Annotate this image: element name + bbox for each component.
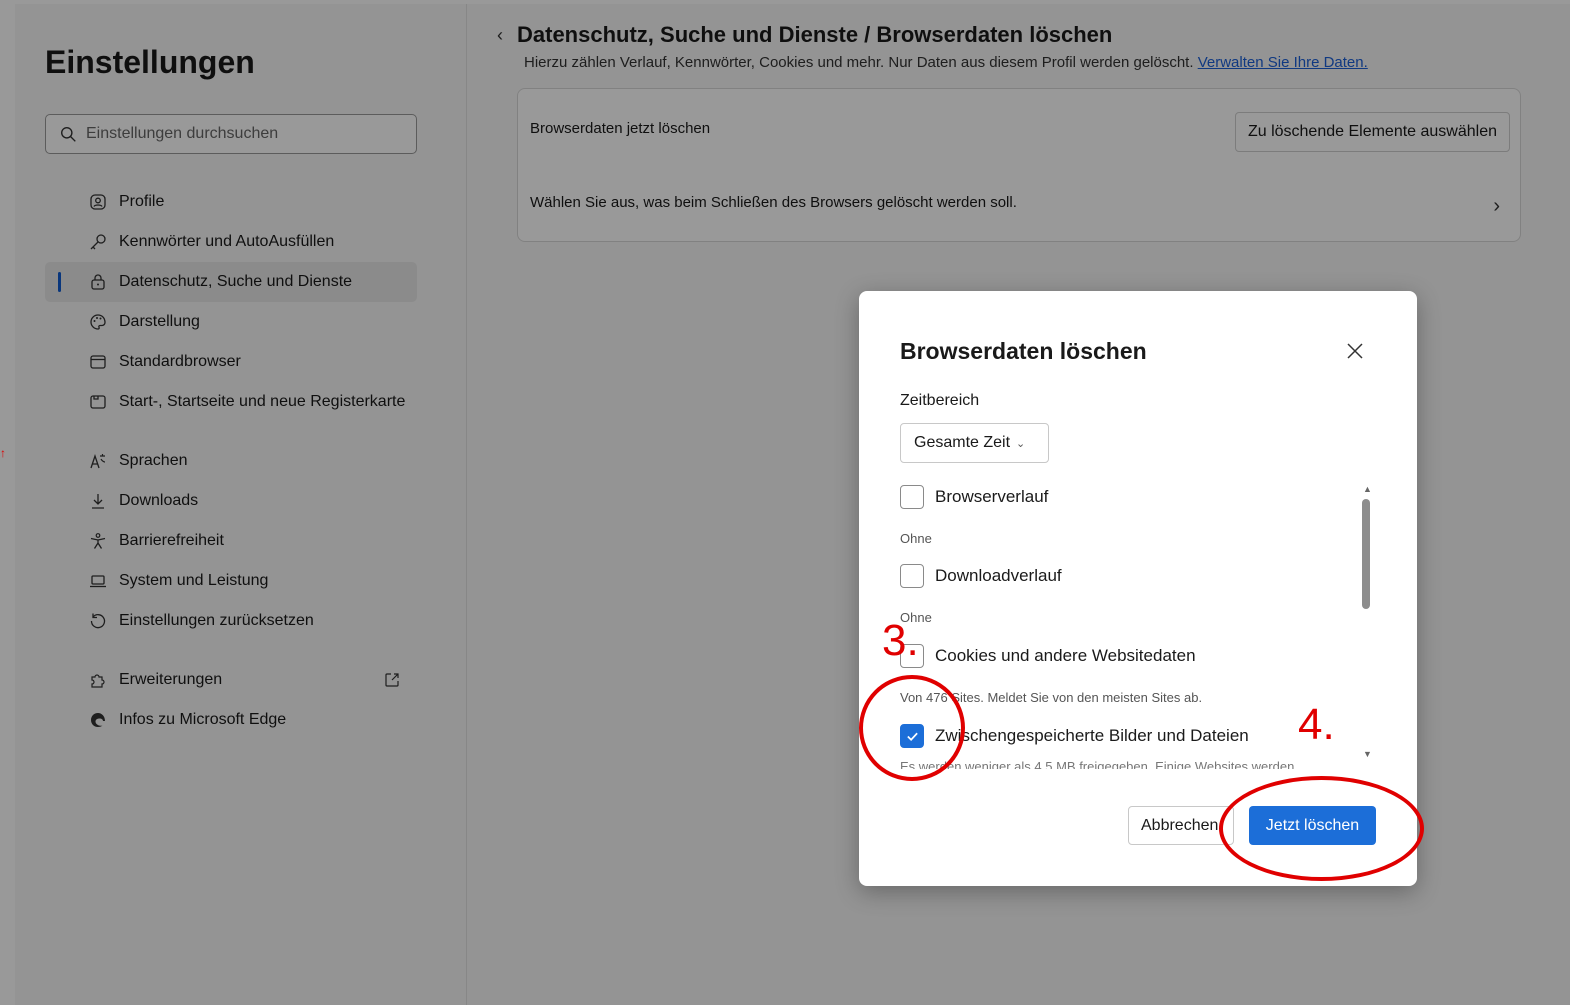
option-cookies[interactable]: Cookies und andere Websitedaten — [900, 644, 1196, 668]
option-label: Cookies und andere Websitedaten — [935, 646, 1196, 665]
time-range-value: Gesamte Zeit — [914, 434, 1011, 451]
chevron-down-icon: ⌄ — [1016, 438, 1026, 450]
scroll-up-arrow-icon[interactable]: ▲ — [1363, 484, 1372, 494]
option-description: Ohne — [900, 531, 932, 546]
checkbox[interactable] — [900, 564, 924, 588]
scrollbar-thumb[interactable] — [1362, 499, 1370, 609]
annotation-step-4: 4. — [1298, 700, 1335, 749]
annotation-arrow-tip: ↑ — [0, 446, 6, 460]
annotation-circle-checkbox — [859, 675, 965, 781]
option-browser-history[interactable]: Browserverlauf — [900, 485, 1048, 509]
option-download-history[interactable]: Downloadverlauf — [900, 564, 1062, 588]
checkbox[interactable] — [900, 485, 924, 509]
annotation-step-3: 3. — [882, 616, 919, 665]
option-label: Browserverlauf — [935, 487, 1049, 506]
time-range-label: Zeitbereich — [900, 392, 980, 409]
option-label: Downloadverlauf — [935, 566, 1062, 585]
time-range-select[interactable]: Gesamte Zeit ⌄ — [900, 423, 1049, 463]
close-icon[interactable] — [1345, 341, 1365, 361]
option-description: Es werden weniger als 4,5 MB freigegeben… — [900, 759, 1295, 769]
option-label: Zwischengespeicherte Bilder und Dateien — [935, 726, 1249, 745]
annotation-circle-button — [1219, 776, 1424, 881]
dialog-scrollbar[interactable]: ▲ ▼ — [1359, 484, 1375, 762]
dialog-title: Browserdaten löschen — [900, 338, 1147, 364]
scroll-down-arrow-icon[interactable]: ▼ — [1363, 749, 1372, 759]
